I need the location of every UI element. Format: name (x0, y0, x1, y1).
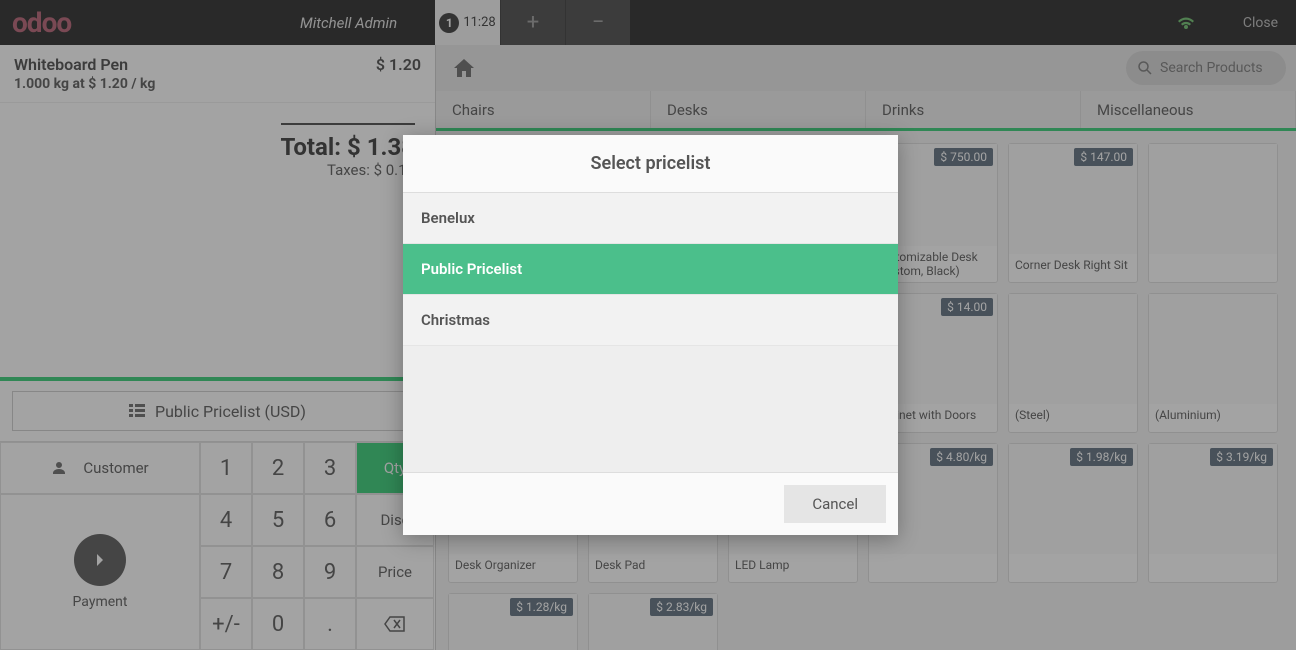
modal-title: Select pricelist (403, 135, 898, 193)
pricelist-option[interactable]: Public Pricelist (403, 244, 898, 295)
pricelist-modal: Select pricelist BeneluxPublic Pricelist… (403, 135, 898, 535)
cancel-button[interactable]: Cancel (784, 485, 886, 523)
pricelist-option[interactable]: Benelux (403, 193, 898, 244)
pricelist-option[interactable]: Christmas (403, 295, 898, 346)
